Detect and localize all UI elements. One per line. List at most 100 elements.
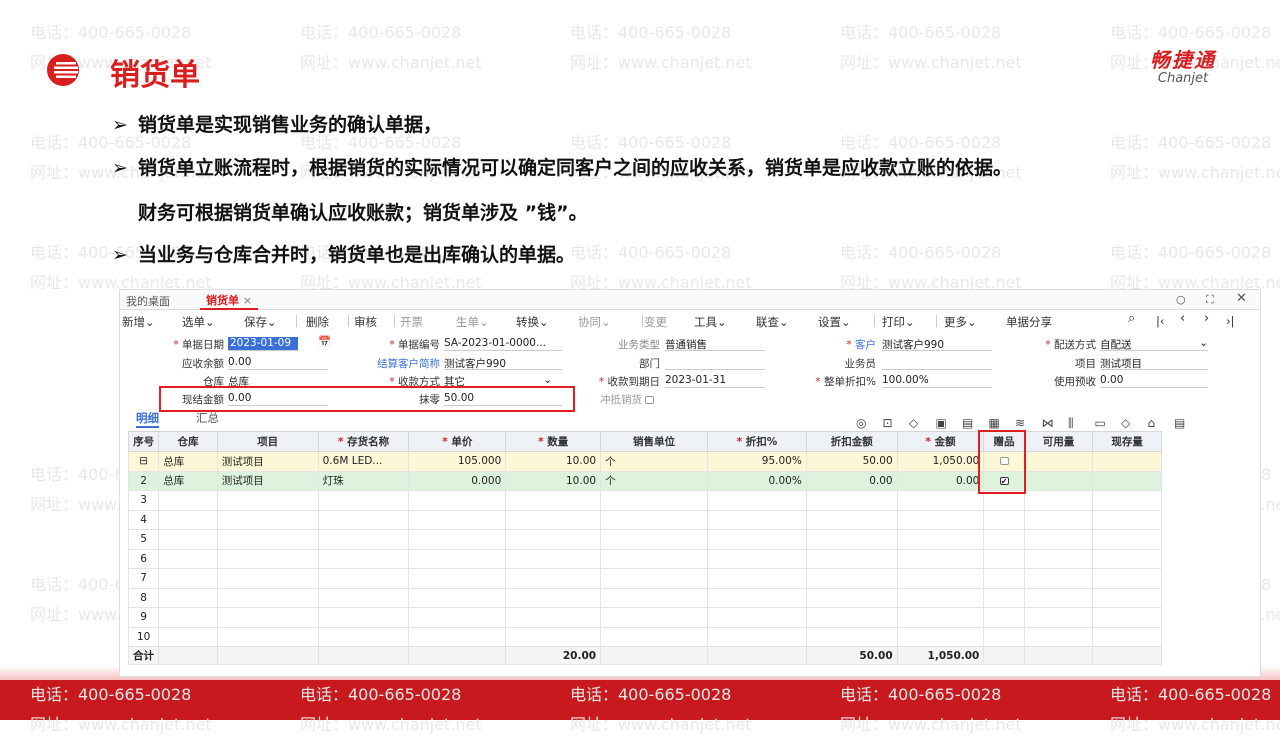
table-cell[interactable]: [1092, 626, 1162, 647]
table-cell[interactable]: 7: [127, 568, 160, 589]
table-cell[interactable]: [408, 626, 507, 647]
table-cell[interactable]: [158, 626, 218, 647]
table-cell[interactable]: 测试项目: [216, 451, 319, 472]
table-cell[interactable]: [158, 548, 218, 569]
table-cell[interactable]: [600, 587, 708, 608]
table-cell[interactable]: [1023, 490, 1094, 511]
table-cell[interactable]: [983, 587, 1025, 608]
grid-tool-icon[interactable]: ≋: [1015, 416, 1025, 430]
prev-record-icon[interactable]: ‹: [1180, 311, 1185, 326]
table-cell[interactable]: [408, 607, 507, 628]
table-cell[interactable]: [706, 490, 807, 511]
grid-tool-icon[interactable]: ◇: [1121, 416, 1130, 430]
table-cell[interactable]: [1092, 529, 1162, 550]
table-cell[interactable]: [896, 509, 985, 530]
toolbar-button[interactable]: 工具⌄: [694, 314, 727, 330]
preview-icon[interactable]: ⌕: [1128, 311, 1135, 326]
table-cell[interactable]: 0.00%: [706, 470, 807, 491]
table-cell[interactable]: [505, 607, 602, 628]
table-cell[interactable]: [1092, 509, 1162, 530]
table-cell[interactable]: [600, 509, 708, 530]
table-cell[interactable]: [600, 568, 708, 589]
table-cell[interactable]: 个: [600, 470, 708, 491]
table-cell[interactable]: [158, 607, 218, 628]
table-cell[interactable]: [317, 607, 410, 628]
table-cell[interactable]: [1092, 490, 1162, 511]
table-row[interactable]: 6: [127, 548, 1162, 569]
table-cell[interactable]: 灯珠: [317, 470, 410, 491]
table-cell[interactable]: [983, 509, 1025, 530]
table-cell[interactable]: [158, 529, 218, 550]
table-cell[interactable]: [1023, 568, 1094, 589]
ship-field[interactable]: 自配送 ⌄: [1100, 337, 1208, 351]
toolbar-button[interactable]: 联查⌄: [756, 314, 789, 330]
table-cell[interactable]: [805, 587, 898, 608]
dept-field[interactable]: [665, 356, 765, 370]
table-cell[interactable]: 10.00: [505, 470, 602, 491]
toolbar-button[interactable]: 变更: [644, 314, 667, 330]
table-cell[interactable]: [983, 548, 1025, 569]
table-cell[interactable]: [896, 529, 985, 550]
toolbar-button[interactable]: 单据分享: [1006, 314, 1052, 330]
table-cell[interactable]: 6: [127, 548, 160, 569]
table-cell[interactable]: [158, 568, 218, 589]
grid-tool-icon[interactable]: ⌂: [1148, 416, 1156, 430]
biztype-field[interactable]: 普通销售: [665, 337, 765, 351]
table-cell[interactable]: [983, 529, 1025, 550]
grid-tool-icon[interactable]: ▭: [1095, 416, 1106, 430]
table-cell[interactable]: [1092, 568, 1162, 589]
table-row[interactable]: 9: [127, 607, 1162, 628]
table-row[interactable]: 4: [127, 509, 1162, 530]
table-cell[interactable]: 个: [600, 451, 708, 472]
last-record-icon[interactable]: ›|: [1226, 314, 1234, 328]
customer-label[interactable]: 客户: [820, 337, 876, 352]
table-cell[interactable]: [983, 607, 1025, 628]
table-cell[interactable]: 4: [127, 509, 160, 530]
table-cell[interactable]: [216, 568, 319, 589]
toolbar-button[interactable]: 转换⌄: [516, 314, 549, 330]
tab-sales-order[interactable]: 销货单 ×: [200, 290, 259, 310]
table-cell[interactable]: [216, 509, 319, 530]
table-row[interactable]: 10: [127, 626, 1162, 647]
table-cell[interactable]: 3: [127, 490, 160, 511]
column-header[interactable]: 现存量: [1092, 431, 1162, 452]
table-cell[interactable]: [1023, 607, 1094, 628]
grid-tool-icon[interactable]: ⋈: [1042, 416, 1054, 430]
column-header[interactable]: 序号: [127, 431, 160, 452]
table-cell[interactable]: [805, 509, 898, 530]
grid-tool-icon[interactable]: ◎: [856, 416, 866, 430]
table-cell[interactable]: [408, 490, 507, 511]
column-header[interactable]: * 存货名称: [317, 431, 410, 452]
table-cell[interactable]: [805, 548, 898, 569]
table-cell[interactable]: [1092, 451, 1162, 472]
toolbar-button[interactable]: 新增⌄: [122, 314, 155, 330]
table-cell[interactable]: [896, 490, 985, 511]
toolbar-button[interactable]: 保存⌄: [244, 314, 277, 330]
toolbar-button[interactable]: 协同⌄: [578, 314, 611, 330]
table-cell[interactable]: 0.000: [408, 470, 507, 491]
tab-summary[interactable]: 汇总: [196, 410, 219, 426]
toolbar-button[interactable]: 打印⌄: [882, 314, 915, 330]
docno-field[interactable]: SA-2023-01-0000...: [444, 337, 562, 351]
table-cell[interactable]: [896, 626, 985, 647]
column-header[interactable]: * 折扣%: [706, 431, 807, 452]
column-header[interactable]: 项目: [216, 431, 319, 452]
table-cell[interactable]: [983, 626, 1025, 647]
table-cell[interactable]: [983, 568, 1025, 589]
table-cell[interactable]: [1023, 587, 1094, 608]
table-cell[interactable]: [805, 626, 898, 647]
table-cell[interactable]: [1092, 587, 1162, 608]
toolbar-button[interactable]: 生单⌄: [456, 314, 489, 330]
table-cell[interactable]: [408, 587, 507, 608]
project-field[interactable]: 测试项目: [1100, 356, 1208, 370]
toolbar-button[interactable]: 更多⌄: [944, 314, 977, 330]
table-cell[interactable]: 105.000: [408, 451, 507, 472]
table-cell[interactable]: [805, 490, 898, 511]
table-cell[interactable]: 总库: [158, 470, 218, 491]
toolbar-button[interactable]: 选单⌄: [182, 314, 215, 330]
table-cell[interactable]: 5: [127, 529, 160, 550]
column-header[interactable]: 仓库: [158, 431, 218, 452]
table-cell[interactable]: [317, 626, 410, 647]
table-row[interactable]: 8: [127, 587, 1162, 608]
table-cell[interactable]: 9: [127, 607, 160, 628]
